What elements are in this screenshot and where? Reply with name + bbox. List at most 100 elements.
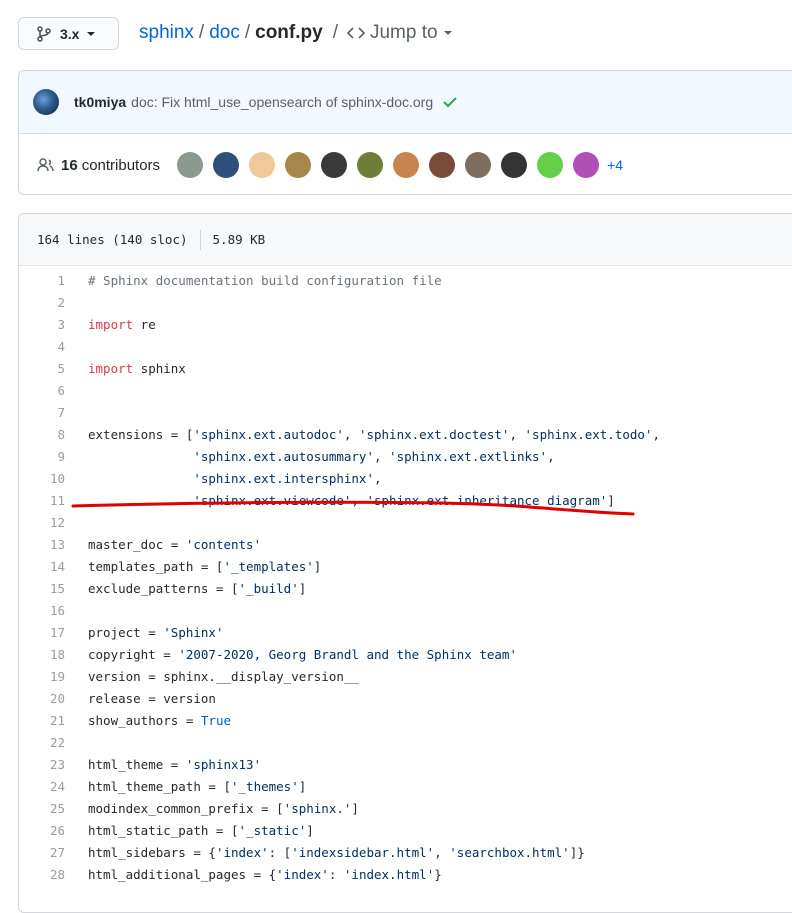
author-avatar[interactable] (33, 89, 59, 115)
line-number[interactable]: 21 (19, 713, 88, 728)
line-number[interactable]: 28 (19, 867, 88, 882)
breadcrumb-repo-link[interactable]: sphinx (139, 22, 194, 44)
line-number[interactable]: 13 (19, 537, 88, 552)
line-number[interactable]: 10 (19, 471, 88, 486)
code-line: 11 'sphinx.ext.viewcode', 'sphinx.ext.in… (19, 489, 792, 511)
contributor-avatar[interactable] (285, 152, 312, 178)
code-text: master_doc = 'contents' (88, 537, 261, 552)
code-token: html_static_path = [ (88, 822, 239, 838)
code-token: ] (351, 800, 359, 816)
contributor-avatar[interactable] (213, 152, 240, 178)
code-token: import (88, 360, 134, 376)
contributor-avatar[interactable] (321, 152, 348, 178)
contributors-count[interactable]: 16 (61, 157, 78, 174)
contributor-avatar[interactable] (537, 152, 564, 178)
contributor-avatar[interactable] (465, 152, 492, 178)
branch-label: 3.x (60, 25, 80, 42)
breadcrumb-dir-link[interactable]: doc (209, 22, 240, 44)
code-line: 25 modindex_common_prefix = ['sphinx.'] (19, 797, 792, 819)
line-number[interactable]: 20 (19, 691, 88, 706)
line-number[interactable]: 26 (19, 823, 88, 838)
code-token: , (373, 470, 382, 486)
file-lines-info: 164 lines (140 sloc) (37, 232, 188, 247)
code-line: 13 master_doc = 'contents' (19, 533, 792, 555)
file-viewer: 164 lines (140 sloc) 5.89 KB 1 # Sphinx d… (18, 213, 792, 913)
code-token: copyright = (88, 646, 179, 662)
breadcrumb-separator: / (198, 22, 205, 43)
contributor-avatar[interactable] (573, 152, 600, 178)
contributor-avatar[interactable] (249, 152, 276, 178)
line-number[interactable]: 16 (19, 603, 88, 618)
contributors-label[interactable]: contributors (82, 157, 160, 174)
commit-author-link[interactable]: tk0miya (74, 94, 126, 110)
git-branch-icon (37, 25, 51, 42)
latest-commit-row: tk0miya doc: Fix html_use_opensearch of … (19, 71, 792, 134)
file-size: 5.89 KB (212, 232, 266, 247)
code-token: , (652, 426, 660, 442)
line-number[interactable]: 2 (19, 295, 88, 310)
code-text: 'sphinx.ext.intersphinx', (88, 470, 382, 486)
line-number[interactable]: 1 (19, 273, 88, 288)
code-text: show_authors = True (88, 713, 231, 728)
line-number[interactable]: 18 (19, 647, 88, 662)
line-number[interactable]: 4 (19, 339, 88, 354)
code-token: sphinx (133, 360, 186, 376)
contributor-avatar[interactable] (357, 152, 384, 178)
line-number[interactable]: 19 (19, 669, 88, 684)
line-number[interactable]: 12 (19, 515, 88, 530)
line-number[interactable]: 3 (19, 317, 88, 332)
code-token: '_themes' (231, 778, 299, 794)
code-line: 5 import sphinx (19, 357, 792, 379)
code-token: show_authors = (88, 712, 201, 728)
code-line: 10 'sphinx.ext.intersphinx', (19, 467, 792, 489)
code-token: version = sphinx.__display_version__ (88, 668, 359, 684)
contributor-avatar[interactable] (177, 152, 204, 178)
code-text: release = version (88, 691, 216, 706)
contributor-avatar[interactable] (429, 152, 456, 178)
code-text: version = sphinx.__display_version__ (88, 669, 359, 684)
line-number[interactable]: 23 (19, 757, 88, 772)
latest-commit-box: tk0miya doc: Fix html_use_opensearch of … (18, 70, 792, 195)
code-token: ] (298, 778, 307, 794)
check-icon[interactable] (443, 96, 457, 108)
line-number[interactable]: 8 (19, 427, 88, 442)
line-number[interactable]: 24 (19, 779, 88, 794)
jump-to-menu[interactable]: Jump to (346, 22, 452, 44)
code-token: ] (298, 580, 307, 596)
line-number[interactable]: 5 (19, 361, 88, 376)
code-token: 'sphinx.ext.autodoc' (193, 426, 344, 442)
contributor-avatar[interactable] (393, 152, 420, 178)
commit-message-link[interactable]: doc: Fix html_use_opensearch of sphinx-d… (131, 94, 433, 110)
code-line: 12 (19, 511, 792, 533)
line-number[interactable]: 27 (19, 845, 88, 860)
line-number[interactable]: 25 (19, 801, 88, 816)
code-token: re (133, 316, 156, 332)
breadcrumb-separator: / (332, 22, 338, 43)
branch-select-button[interactable]: 3.x (18, 17, 119, 50)
code-token: 'indexsidebar.html' (291, 844, 435, 860)
contributor-avatar[interactable] (501, 152, 528, 178)
code-line: 22 (19, 731, 792, 753)
code-token: ] (607, 492, 615, 508)
line-number[interactable]: 7 (19, 405, 88, 420)
code-line: 21 show_authors = True (19, 709, 792, 731)
line-number[interactable]: 9 (19, 449, 88, 464)
divider (199, 229, 201, 250)
contributor-avatars (177, 152, 609, 178)
line-number[interactable]: 22 (19, 735, 88, 750)
code-token: exclude_patterns = [ (88, 580, 239, 596)
more-contributors-link[interactable]: +4 (607, 157, 623, 173)
line-number[interactable]: 6 (19, 383, 88, 398)
code-token: 'sphinx.ext.todo' (524, 426, 653, 442)
contributors-row: 16 contributors +4 (19, 134, 792, 194)
line-number[interactable]: 11 (19, 493, 88, 508)
line-number[interactable]: 17 (19, 625, 88, 640)
code-token: True (200, 712, 231, 728)
line-number[interactable]: 15 (19, 581, 88, 596)
line-number[interactable]: 14 (19, 559, 88, 574)
code-text: import re (88, 317, 156, 332)
code-line: 9 'sphinx.ext.autosummary', 'sphinx.ext.… (19, 445, 792, 467)
code-line: 16 (19, 599, 792, 621)
